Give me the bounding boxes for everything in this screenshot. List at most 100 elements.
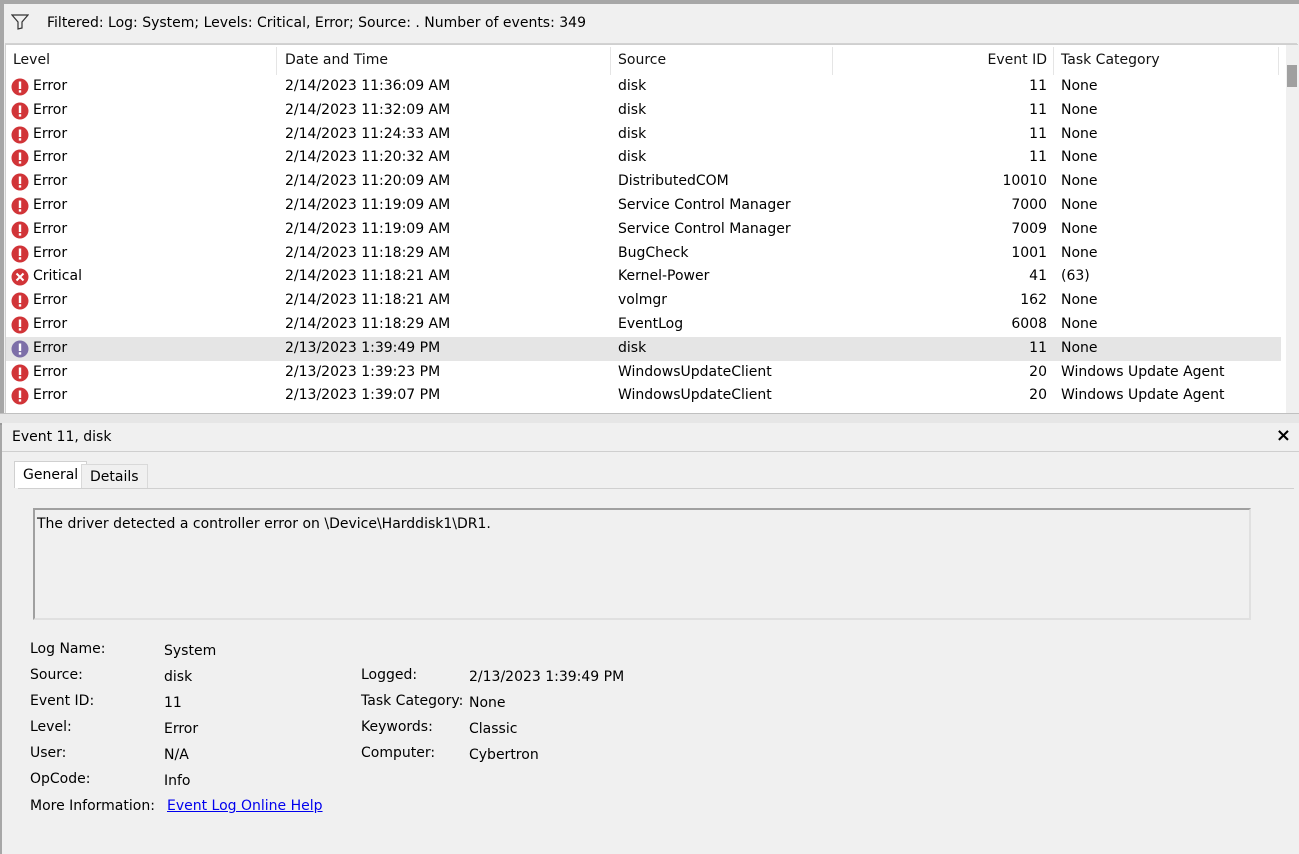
table-row[interactable]: Error 2/13/2023 1:39:23 PM WindowsUpdateCl… (6, 361, 1281, 385)
value-opcode: Info (164, 773, 191, 789)
column-divider[interactable] (1053, 47, 1054, 75)
table-row[interactable]: Error 2/14/2023 11:19:09 AM Service Contro… (6, 218, 1281, 242)
cell-date: 2/14/2023 11:18:29 AM (285, 315, 451, 332)
cell-date: 2/14/2023 11:18:21 AM (285, 268, 451, 285)
label-task-category: Task Category: (361, 693, 464, 709)
cell-source: DistributedCOM (618, 173, 729, 190)
cell-source: Kernel-Power (618, 268, 710, 285)
cell-event-id: 20 (1029, 363, 1047, 380)
table-row[interactable]: Error 2/14/2023 11:18:29 AM BugCheck 1001 No… (6, 242, 1281, 266)
cell-level: Error (33, 149, 68, 166)
table-row[interactable]: Error 2/14/2023 11:32:09 AM disk 11 None (6, 99, 1281, 123)
cell-event-id: 7009 (1011, 220, 1047, 237)
cell-date: 2/14/2023 11:19:09 AM (285, 196, 451, 213)
table-row[interactable]: Error 2/14/2023 11:20:09 AM DistributedCOM… (6, 170, 1281, 194)
table-row[interactable]: Error 2/14/2023 11:18:29 AM EventLog 6008 No… (6, 313, 1281, 337)
table-row[interactable]: Error 2/14/2023 11:19:09 AM Service Contro… (6, 194, 1281, 218)
scrollbar-thumb[interactable] (1287, 65, 1297, 87)
table-row[interactable]: Error 2/13/2023 1:39:49 PM disk 11 None (6, 336, 1281, 361)
cell-level: Error (33, 244, 68, 261)
label-source: Source: (30, 667, 83, 683)
column-event-id[interactable]: Event ID (988, 45, 1047, 75)
error-icon (11, 78, 29, 96)
tab-details[interactable]: Details (81, 464, 148, 489)
cell-event-id: 11 (1029, 125, 1047, 142)
column-divider[interactable] (832, 47, 833, 75)
vertical-scrollbar[interactable] (1286, 45, 1298, 413)
table-row[interactable]: Error 2/14/2023 11:24:33 AM disk 11 None (6, 123, 1281, 147)
value-logged: 2/13/2023 1:39:49 PM (469, 669, 625, 685)
cell-task-category: None (1061, 149, 1098, 166)
cell-event-id: 11 (1029, 101, 1047, 118)
cell-date: 2/14/2023 11:19:09 AM (285, 220, 451, 237)
cell-event-id: 162 (1020, 292, 1047, 309)
cell-date: 2/13/2023 1:39:23 PM (285, 363, 441, 380)
cell-task-category: None (1061, 196, 1098, 213)
error-icon (11, 149, 29, 167)
cell-level: Critical (33, 268, 82, 285)
cell-event-id: 20 (1029, 387, 1047, 404)
value-computer: Cybertron (469, 747, 539, 763)
error-icon (11, 126, 29, 144)
label-keywords: Keywords: (361, 719, 433, 735)
error-icon (11, 292, 29, 310)
cell-source: disk (618, 149, 647, 166)
error-icon (11, 364, 29, 382)
cell-level: Error (33, 315, 68, 332)
event-description: The driver detected a controller error o… (37, 516, 491, 532)
cell-event-id: 11 (1029, 149, 1047, 166)
label-level: Level: (30, 719, 72, 735)
table-row[interactable]: Error 2/13/2023 1:39:07 PM WindowsUpdateCl… (6, 384, 1281, 408)
table-row[interactable]: Error 2/14/2023 11:36:09 AM disk 11 None (6, 75, 1281, 99)
filter-description: Filtered: Log: System; Levels: Critical,… (47, 15, 586, 31)
label-event-id: Event ID: (30, 693, 95, 709)
cell-task-category: None (1061, 292, 1098, 309)
cell-source: WindowsUpdateClient (618, 387, 772, 404)
column-task-category[interactable]: Task Category (1061, 45, 1160, 75)
label-log-name: Log Name: (30, 641, 106, 657)
cell-source: BugCheck (618, 244, 689, 261)
column-divider[interactable] (276, 47, 277, 75)
cell-level: Error (33, 339, 68, 356)
cell-level: Error (33, 173, 68, 190)
cell-event-id: 1001 (1011, 244, 1047, 261)
cell-task-category: None (1061, 101, 1098, 118)
tab-general[interactable]: General (14, 461, 88, 488)
cell-source: disk (618, 339, 647, 356)
value-level: Error (164, 721, 199, 737)
cell-date: 2/13/2023 1:39:07 PM (285, 387, 441, 404)
cell-source: volmgr (618, 292, 668, 309)
event-log-online-help-link[interactable]: Event Log Online Help (167, 798, 323, 814)
cell-event-id: 7000 (1011, 196, 1047, 213)
cell-task-category: None (1061, 315, 1098, 332)
general-tab-panel: The driver detected a controller error o… (18, 488, 1294, 852)
table-row[interactable]: Error 2/14/2023 11:20:32 AM disk 11 None (6, 146, 1281, 170)
label-user: User: (30, 745, 67, 761)
event-details-pane: Event 11, disk × General Details The dri… (2, 423, 1299, 854)
error-icon (11, 316, 29, 334)
value-user: N/A (164, 747, 189, 763)
label-computer: Computer: (361, 745, 436, 761)
column-divider[interactable] (1278, 47, 1279, 75)
critical-icon (11, 268, 29, 286)
close-icon[interactable]: × (1276, 425, 1291, 446)
column-level[interactable]: Level (13, 45, 50, 75)
column-divider[interactable] (610, 47, 611, 75)
error-icon (11, 197, 29, 215)
event-list[interactable]: Level Date and Time Source Event ID Task… (5, 44, 1298, 413)
event-description-box[interactable]: The driver detected a controller error o… (33, 508, 1251, 620)
cell-level: Error (33, 220, 68, 237)
table-row[interactable]: Error 2/14/2023 11:18:21 AM volmgr 162 None (6, 289, 1281, 313)
cell-level: Error (33, 292, 68, 309)
cell-level: Error (33, 101, 68, 118)
table-row[interactable]: Critical 2/14/2023 11:18:21 AM Kernel-Powe… (6, 265, 1281, 289)
cell-source: Service Control Manager (618, 220, 791, 237)
cell-level: Error (33, 387, 68, 404)
cell-date: 2/14/2023 11:20:09 AM (285, 173, 451, 190)
cell-event-id: 11 (1029, 78, 1047, 94)
error-icon (11, 173, 29, 191)
column-source[interactable]: Source (618, 45, 666, 75)
column-header: Level Date and Time Source Event ID Task… (6, 45, 1281, 75)
column-date[interactable]: Date and Time (285, 45, 388, 75)
cell-level: Error (33, 196, 68, 213)
